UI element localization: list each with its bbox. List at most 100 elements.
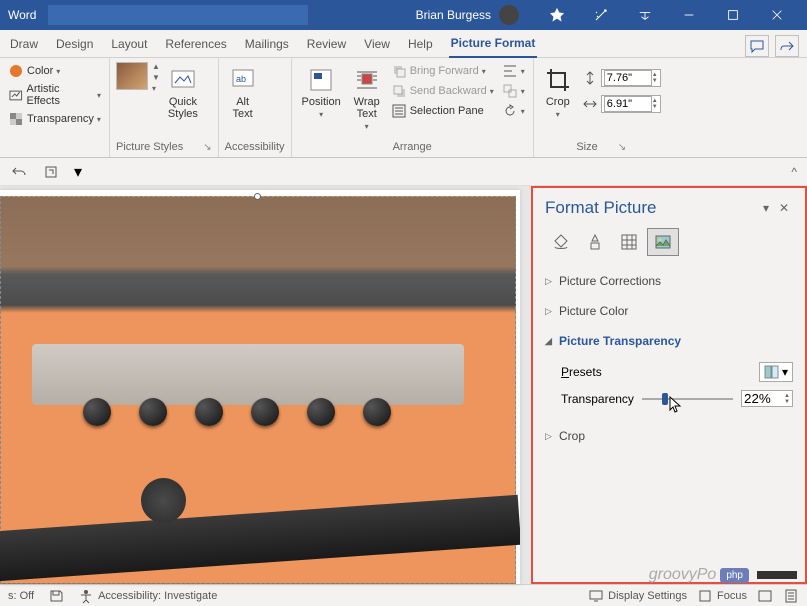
- view-print[interactable]: [783, 588, 799, 604]
- tab-review[interactable]: Review: [305, 33, 348, 57]
- quick-styles-label: Quick Styles: [168, 96, 198, 120]
- tab-help[interactable]: Help: [406, 33, 435, 57]
- premium-icon[interactable]: [535, 0, 579, 30]
- undo-button[interactable]: [10, 163, 28, 181]
- tab-view[interactable]: View: [362, 33, 392, 57]
- user-avatar[interactable]: [499, 5, 519, 25]
- save-icon[interactable]: [48, 588, 64, 604]
- pane-tab-layout[interactable]: [613, 228, 645, 256]
- height-input[interactable]: [604, 70, 652, 86]
- display-settings[interactable]: Display Settings: [588, 588, 687, 604]
- qat-more[interactable]: ▾: [74, 162, 82, 182]
- ribbon-options-icon[interactable]: [623, 0, 667, 30]
- resize-handle-top[interactable]: [254, 193, 261, 200]
- section-color[interactable]: ▷Picture Color: [545, 300, 793, 322]
- send-backward-button: Send Backward ▾: [389, 82, 496, 100]
- group-arrange: Position▾ Wrap Text▾ Bring Forward ▾ Sen…: [292, 58, 534, 157]
- transp-label: Transparency: [27, 113, 94, 125]
- tab-design[interactable]: Design: [54, 33, 95, 57]
- transparency-input[interactable]: [744, 391, 784, 406]
- artistic-effects-button[interactable]: Artistic Effects ▾: [6, 82, 103, 108]
- svg-text:ab: ab: [236, 74, 246, 84]
- height-down[interactable]: ▼: [652, 78, 658, 84]
- size-expand[interactable]: ↘: [618, 142, 626, 153]
- pane-tabs: [533, 224, 805, 266]
- user-name[interactable]: Brian Burgess: [416, 8, 491, 22]
- format-picture-pane: Format Picture ▾ ✕ ▷Picture Corrections …: [531, 186, 807, 584]
- color-button[interactable]: Color ▾: [6, 62, 103, 80]
- alt-text-label: Alt Text: [233, 96, 253, 120]
- styles-group-label: Picture Styles: [116, 141, 183, 153]
- app-name: Word: [8, 8, 36, 22]
- tab-layout[interactable]: Layout: [109, 33, 149, 57]
- bring-forward-button: Bring Forward ▾: [389, 62, 496, 80]
- alt-text-button[interactable]: ab Alt Text: [225, 62, 261, 124]
- style-thumb[interactable]: [116, 62, 148, 90]
- group-button: ▾: [500, 82, 527, 100]
- group-size: Crop▾ ▲▼ ▲▼ Size ↘: [534, 58, 669, 157]
- position-label: Position: [302, 96, 341, 108]
- close-button[interactable]: [755, 0, 799, 30]
- align-button[interactable]: ▾: [500, 62, 527, 80]
- watermark: groovyPo php: [649, 566, 797, 584]
- section-transparency[interactable]: ◢Picture Transparency: [545, 330, 793, 352]
- collapse-ribbon[interactable]: ^: [791, 165, 797, 179]
- accessibility-group-label: Accessibility: [225, 141, 285, 153]
- styles-expand[interactable]: ↘: [203, 142, 211, 153]
- presets-label: PPresetsresets: [561, 365, 602, 379]
- section-crop[interactable]: ▷Crop: [545, 425, 793, 447]
- maximize-button[interactable]: [711, 0, 755, 30]
- ribbon-tabs: Draw Design Layout References Mailings R…: [0, 30, 807, 58]
- selection-pane-button[interactable]: Selection Pane: [389, 102, 496, 120]
- minimize-button[interactable]: [667, 0, 711, 30]
- pane-tab-picture[interactable]: [647, 228, 679, 256]
- pane-menu[interactable]: ▾: [757, 201, 775, 215]
- width-input[interactable]: [604, 96, 652, 112]
- pane-tab-fill[interactable]: [545, 228, 577, 256]
- view-read[interactable]: [757, 588, 773, 604]
- group-accessibility: ab Alt Text Accessibility: [219, 58, 292, 157]
- comments-button[interactable]: [745, 35, 769, 57]
- style-more[interactable]: ▾: [152, 84, 160, 93]
- group-picture-styles: ▲ ▼ ▾ Quick Styles Picture Styles ↘: [110, 58, 219, 157]
- transparency-slider[interactable]: [642, 392, 733, 406]
- document-title-field[interactable]: [48, 5, 308, 25]
- wrap-text-button[interactable]: Wrap Text▾: [349, 62, 385, 135]
- quick-styles-button[interactable]: Quick Styles: [164, 62, 202, 124]
- status-bar: s: Off Accessibility: Investigate Displa…: [0, 584, 807, 606]
- width-field-row: ▲▼: [580, 94, 663, 114]
- size-group-label: Size: [576, 141, 597, 153]
- transp-down[interactable]: ▼: [784, 399, 790, 405]
- crop-label: Crop: [546, 96, 570, 108]
- style-up[interactable]: ▲: [152, 62, 160, 71]
- tab-mailings[interactable]: Mailings: [243, 33, 291, 57]
- transparency-button[interactable]: Transparency ▾: [6, 110, 103, 128]
- group-adjust: Color ▾ Artistic Effects ▾ Transparency …: [0, 58, 110, 157]
- focus-button[interactable]: Focus: [697, 588, 747, 604]
- crop-button[interactable]: Crop▾: [540, 62, 576, 123]
- tab-picture-format[interactable]: Picture Format: [449, 32, 538, 58]
- section-corrections[interactable]: ▷Picture Corrections: [545, 270, 793, 292]
- tab-draw[interactable]: Draw: [8, 33, 40, 57]
- autosave-status[interactable]: s: Off: [8, 590, 34, 602]
- style-down[interactable]: ▼: [152, 73, 160, 82]
- presets-button[interactable]: ▾: [759, 362, 793, 382]
- titlebar: Word Brian Burgess: [0, 0, 807, 30]
- transparency-label: Transparency: [561, 392, 634, 406]
- rotate-button[interactable]: ▾: [500, 102, 527, 120]
- quick-access: ▾ ^: [0, 158, 807, 186]
- position-button[interactable]: Position▾: [298, 62, 345, 123]
- accessibility-status[interactable]: Accessibility: Investigate: [78, 588, 217, 604]
- selected-picture[interactable]: [0, 196, 516, 584]
- arrange-group-label: Arrange: [393, 141, 432, 153]
- pane-tab-effects[interactable]: [579, 228, 611, 256]
- tab-references[interactable]: References: [163, 33, 228, 57]
- share-button[interactable]: [775, 35, 799, 57]
- wand-icon[interactable]: [579, 0, 623, 30]
- wrap-label: Wrap Text: [354, 96, 380, 120]
- document-page: [0, 190, 520, 584]
- width-down[interactable]: ▼: [652, 104, 658, 110]
- repeat-button[interactable]: [42, 163, 60, 181]
- pane-close[interactable]: ✕: [775, 201, 793, 215]
- document-area[interactable]: [0, 186, 531, 584]
